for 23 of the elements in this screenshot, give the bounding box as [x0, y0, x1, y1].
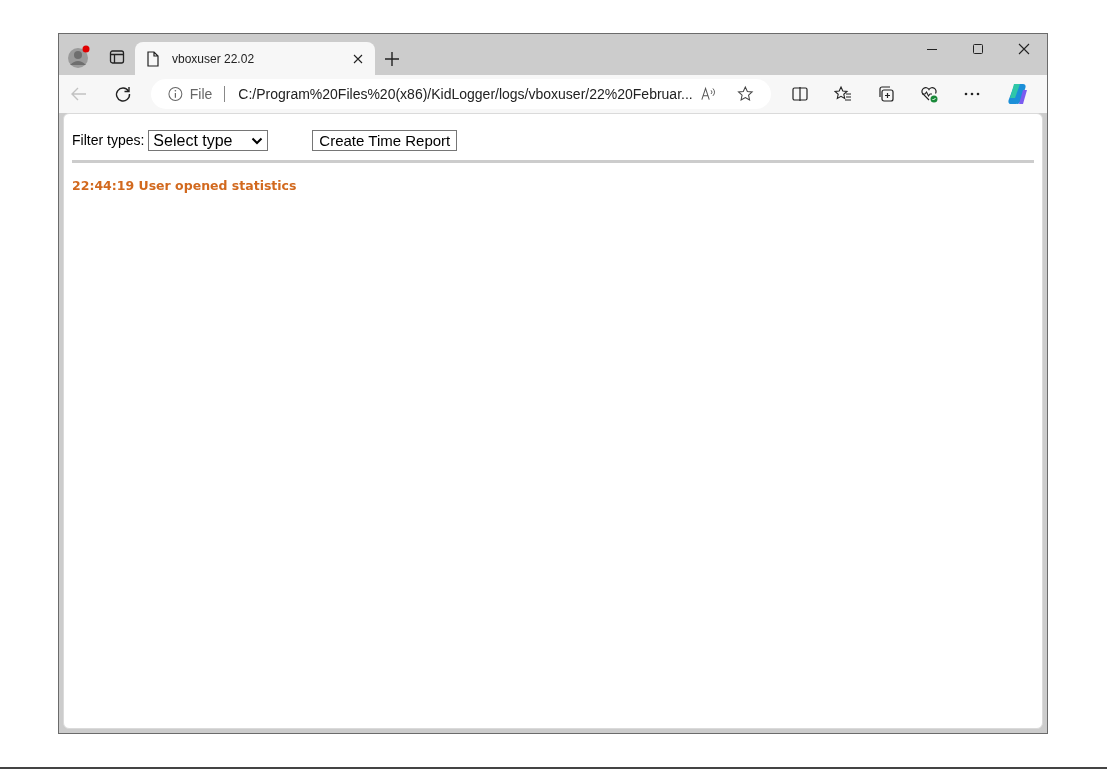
read-aloud-icon[interactable] [699, 85, 717, 103]
split-screen-icon[interactable] [791, 85, 809, 103]
favorite-star-icon[interactable] [737, 85, 754, 103]
close-tab-icon[interactable] [352, 52, 364, 65]
type-select[interactable]: Select type [148, 130, 269, 151]
caret-icon [251, 136, 264, 145]
info-icon[interactable] [168, 86, 183, 102]
address-scheme: File [189, 84, 213, 104]
address-url: C:/Program%20Files%20(x86)/KidLogger/logs/vboxuser/22%20Februar... [238, 84, 693, 104]
favorites-icon[interactable] [834, 85, 852, 103]
profile-icon[interactable] [67, 44, 91, 69]
address-bar[interactable]: File C:/Program%20Files%20(x86)/KidLogger/logs/vboxuser/22%20Februar... [151, 79, 771, 109]
create-report-button[interactable]: Create Time Report [312, 130, 458, 151]
new-tab-icon[interactable] [384, 51, 400, 67]
tab-actions-icon[interactable] [109, 48, 125, 65]
refresh-icon[interactable] [113, 84, 133, 104]
browser-tab[interactable]: vboxuser 22.02 [135, 42, 375, 75]
heart-pulse-icon[interactable] [920, 85, 938, 103]
copilot-icon[interactable] [1006, 82, 1030, 106]
document-icon [146, 50, 160, 67]
collections-icon[interactable] [877, 85, 895, 103]
log-entry: 22:44:19 User opened statistics [72, 177, 297, 195]
filter-label: Filter types: [72, 131, 145, 150]
